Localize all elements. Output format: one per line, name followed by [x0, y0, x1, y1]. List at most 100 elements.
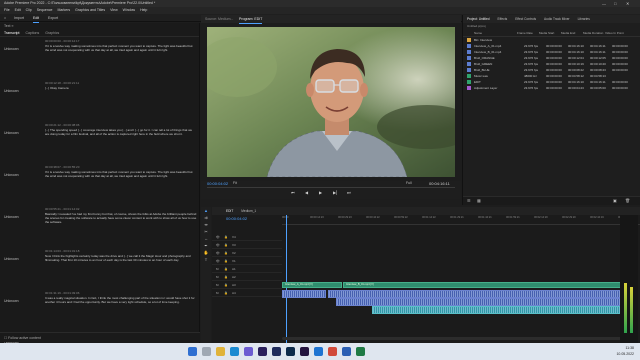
lock-icon[interactable]: 🔒	[224, 265, 228, 273]
col-media-start[interactable]: Media Start	[539, 30, 561, 36]
files-icon[interactable]	[216, 347, 225, 356]
lock-icon[interactable]: 🔒	[224, 273, 228, 281]
col-media-end[interactable]: Media End	[561, 30, 583, 36]
transcript-block[interactable]: Unknown 00:00:21:12 - 00:00:38:06 [...] Th…	[0, 121, 199, 163]
speaker-label[interactable]: Unknown	[4, 215, 19, 219]
lock-icon[interactable]: 🔒	[224, 257, 228, 265]
menu-file[interactable]: File	[4, 7, 10, 14]
hand-tool-icon[interactable]: ✋	[201, 249, 211, 256]
tab-captions[interactable]: Captions	[25, 30, 39, 36]
selection-tool-icon[interactable]: ▲	[201, 207, 211, 214]
after-effects-icon[interactable]	[300, 347, 309, 356]
track-header[interactable]: M 🔒 A1	[212, 265, 282, 273]
transcript-block[interactable]: Unknown 00:00:12:18 - 00:00:21:11 [...] Ok…	[0, 79, 199, 121]
fit-dropdown[interactable]: Fit	[233, 181, 237, 185]
premiere-icon[interactable]	[258, 347, 267, 356]
track-header[interactable]: M 🔒 A2	[212, 273, 282, 281]
eye-icon[interactable]: 👁	[216, 257, 220, 265]
menu-clip[interactable]: Clip	[26, 7, 32, 14]
tab-libraries[interactable]: Libraries	[578, 15, 590, 23]
store-icon[interactable]	[244, 347, 253, 356]
speaker-label[interactable]: Unknown	[4, 299, 19, 303]
workspace-tab-edit[interactable]: Edit	[33, 14, 40, 23]
list-view-icon[interactable]: ☰	[467, 198, 471, 203]
transcript-text[interactable]: It was a really magical situation. In fa…	[45, 296, 197, 304]
lock-icon[interactable]: 🔒	[224, 289, 228, 297]
step-forward-icon[interactable]: ⏭	[347, 190, 351, 195]
lock-icon[interactable]: 🔒	[224, 233, 228, 241]
lock-icon[interactable]: 🔒	[224, 281, 228, 289]
tab-sequence-medium[interactable]: Medium_1	[241, 207, 256, 215]
playhead-timecode[interactable]: 00:00:04:02	[207, 181, 228, 186]
tab-graphics[interactable]: Graphics	[45, 30, 59, 36]
frame-back-icon[interactable]: ◀	[305, 190, 308, 195]
close-button[interactable]: ✕	[626, 0, 629, 7]
lock-icon[interactable]: 🔒	[224, 249, 228, 257]
transcript-block[interactable]: Unknown 00:01:31:19 - 00:01:49:06 It was a…	[0, 289, 199, 331]
timeline-scrollbar[interactable]	[282, 337, 622, 340]
menu-window[interactable]: Window	[123, 7, 135, 14]
track-header[interactable]: 👁 🔒 V2	[212, 249, 282, 257]
speaker-label[interactable]: Unknown	[4, 47, 19, 51]
track-header[interactable]: M 🔒 A3	[212, 281, 282, 289]
checkbox-icon[interactable]: ☐	[4, 336, 7, 340]
transcript-block[interactable]: Unknown 00:01:14:03 - 00:01:31:18 Now I th…	[0, 247, 199, 289]
start-icon[interactable]	[188, 347, 197, 356]
track-header[interactable]: 👁 🔒 V4	[212, 233, 282, 241]
tab-sequence-edit[interactable]: EDIT	[226, 207, 233, 215]
edge-icon[interactable]	[230, 347, 239, 356]
tab-audio-mixer[interactable]: Audio Track Mixer	[544, 15, 570, 23]
program-video-frame[interactable]	[207, 27, 455, 177]
speaker-label[interactable]: Unknown	[4, 131, 19, 135]
mail-icon[interactable]	[314, 347, 323, 356]
chrome-icon[interactable]	[328, 347, 337, 356]
track-header[interactable]: 👁 🔒 V3	[212, 241, 282, 249]
audio-clip-a2[interactable]	[336, 298, 626, 306]
col-frame-rate[interactable]: Frame Rate	[517, 30, 539, 36]
ripple-edit-icon[interactable]: ⇹	[201, 221, 211, 228]
photoshop-icon[interactable]	[286, 347, 295, 356]
eye-icon[interactable]: M	[216, 273, 219, 281]
slip-tool-icon[interactable]: ↔	[201, 235, 211, 242]
speaker-label[interactable]: Unknown	[4, 89, 19, 93]
col-media-duration[interactable]: Media Duration	[583, 30, 605, 36]
tab-effect-controls[interactable]: Effect Controls	[515, 15, 536, 23]
transcript-block[interactable]: Unknown 00:00:55:21 - 00:01:14:02 Basicall…	[0, 205, 199, 247]
word-icon[interactable]	[342, 347, 351, 356]
frame-forward-icon[interactable]: ▶▏	[333, 190, 339, 195]
transcript-text[interactable]: Basically I revealed I've had my first b…	[45, 212, 197, 225]
transcript-text[interactable]: Now I think the highlights certainly tod…	[45, 254, 197, 262]
menu-view[interactable]: View	[110, 7, 118, 14]
timeline-ruler[interactable]: 00:0000:00:14:2300:00:29:2300:00:44:2200…	[282, 215, 640, 225]
tab-transcript[interactable]: Transcript	[4, 30, 19, 36]
tab-program[interactable]: Program: EDIT	[239, 15, 263, 24]
new-item-icon[interactable]: ▣	[613, 198, 617, 203]
audio-clip-a1-2[interactable]	[328, 290, 628, 298]
workspace-tab-export[interactable]: Export	[48, 14, 58, 22]
trash-icon[interactable]: 🗑	[625, 198, 630, 203]
transcript-text[interactable]: If it is a twelve way making sometimes i…	[45, 170, 197, 178]
track-header[interactable]: M 🔒 A4	[212, 289, 282, 297]
project-item[interactable]: Adjustment Layer 23.976 fps 00:00:00:00 00:…	[463, 85, 640, 91]
playhead[interactable]	[286, 215, 287, 343]
clip-interview-a[interactable]: Interview_A_01.mp4 [V]	[282, 282, 342, 288]
transcript-block[interactable]: Unknown 00:00:38:07 - 00:00:55:20 If it is…	[0, 163, 199, 205]
monitor-scrubber[interactable]	[207, 187, 455, 188]
transcript-text[interactable]: [...] Okay Camera	[45, 86, 197, 90]
play-icon[interactable]: ▶	[319, 190, 322, 195]
home-icon[interactable]: ⌂	[4, 14, 6, 22]
track-header[interactable]: 👁 🔒 V1	[212, 257, 282, 265]
eye-icon[interactable]: 👁	[216, 233, 220, 241]
track-select-icon[interactable]: ⇉	[201, 214, 211, 221]
excel-icon[interactable]	[356, 347, 365, 356]
transcript-text[interactable]: [...] The spending speed [...] coverage …	[45, 128, 197, 136]
speaker-label[interactable]: Unknown	[4, 257, 19, 261]
pen-tool-icon[interactable]: ✒	[201, 242, 211, 249]
tab-source[interactable]: Source: Medium...	[205, 15, 233, 23]
eye-icon[interactable]: 👁	[216, 241, 220, 249]
eye-icon[interactable]: 👁	[216, 249, 220, 257]
tab-effects[interactable]: Effects	[498, 15, 508, 23]
step-back-icon[interactable]: ⏮	[291, 190, 295, 195]
menu-markers[interactable]: Markers	[57, 7, 70, 14]
menu-graphics[interactable]: Graphics and Titles	[75, 7, 105, 14]
